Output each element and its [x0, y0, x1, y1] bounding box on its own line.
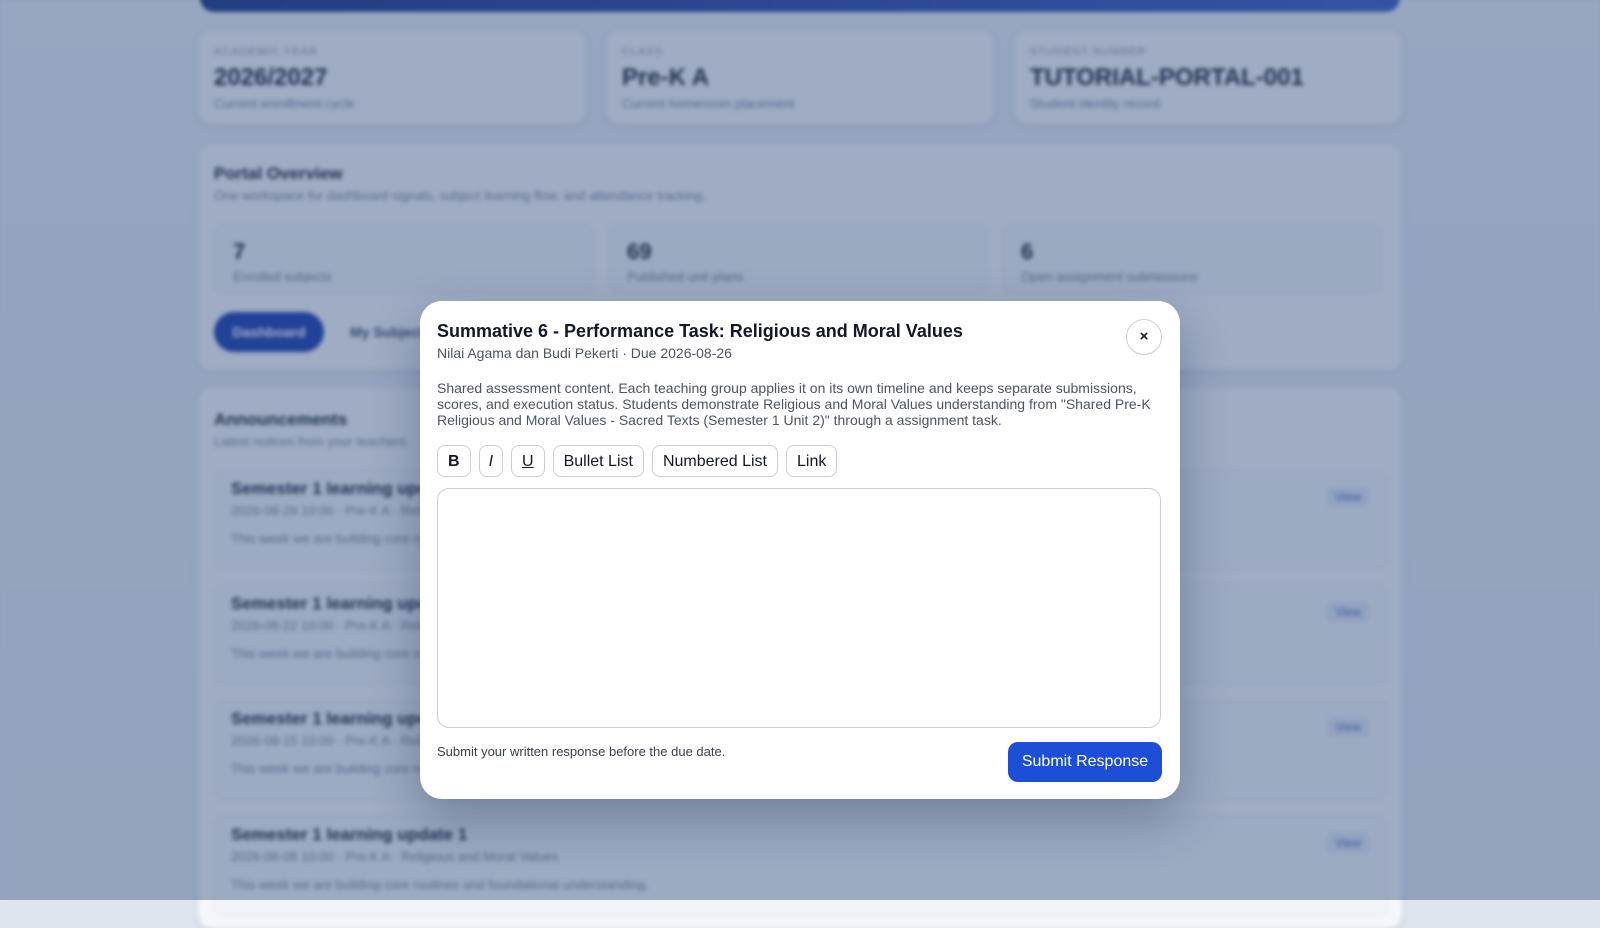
close-icon: × [1139, 328, 1149, 345]
close-button[interactable]: × [1126, 319, 1162, 355]
underline-button[interactable]: U [511, 445, 545, 477]
footer-note: Submit your written response before the … [437, 744, 726, 759]
assignment-description: Shared assessment content. Each teaching… [437, 380, 1151, 428]
bullet-list-button[interactable]: Bullet List [552, 445, 644, 477]
submission-modal: Summative 6 - Performance Task: Religiou… [420, 301, 1180, 799]
formatting-toolbar: B I U Bullet List Numbered List Link [437, 445, 838, 477]
italic-button[interactable]: I [478, 445, 504, 477]
submit-response-button[interactable]: Submit Response [1008, 742, 1162, 782]
link-button[interactable]: Link [786, 445, 838, 477]
modal-subtitle: Nilai Agama dan Budi Pekerti · Due 2026-… [437, 345, 732, 361]
response-editor[interactable] [437, 488, 1161, 728]
modal-title: Summative 6 - Performance Task: Religiou… [437, 321, 963, 341]
bold-button[interactable]: B [437, 445, 471, 477]
numbered-list-button[interactable]: Numbered List [651, 445, 778, 477]
